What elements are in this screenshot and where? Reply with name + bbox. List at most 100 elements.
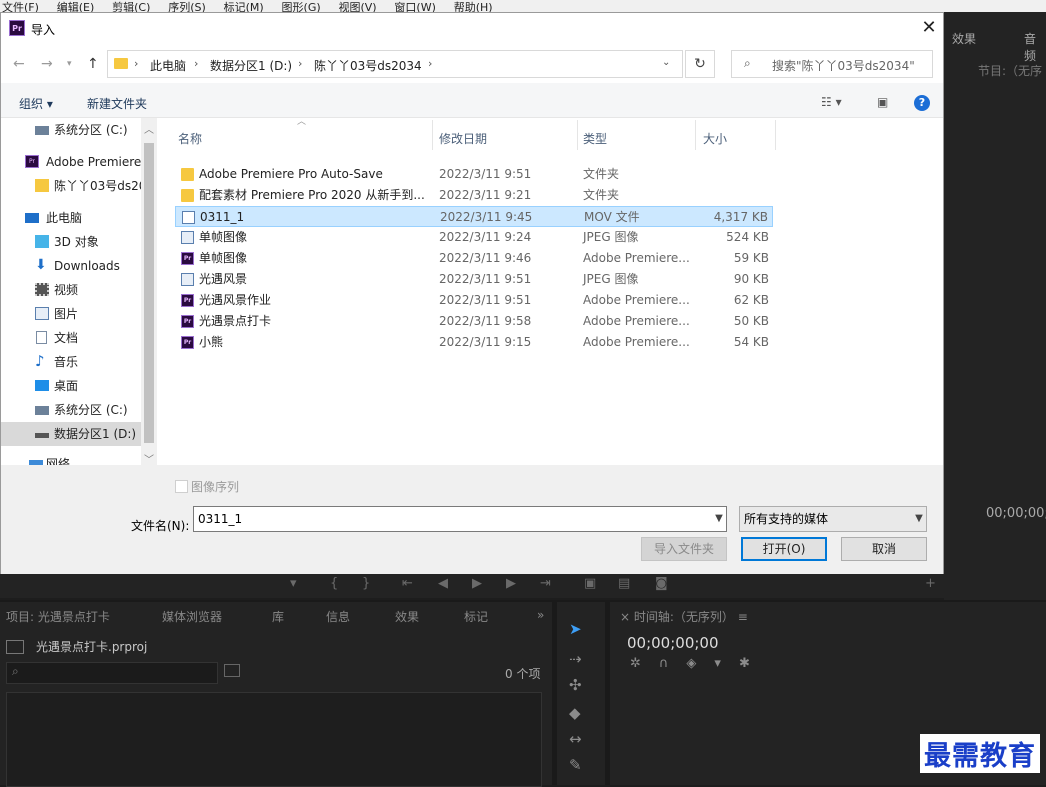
column-divider[interactable] — [577, 120, 578, 150]
column-header-size[interactable]: 大小 — [703, 130, 727, 147]
file-row[interactable]: 配套素材 Premiere Pro 2020 从新手到... 2022/3/11… — [175, 185, 773, 206]
nav-item-network[interactable]: 网络 — [1, 452, 141, 465]
search-field[interactable]: ⌕ 搜索"陈丫丫03号ds2034" — [731, 50, 933, 78]
breadcrumb-drive-d[interactable]: 数据分区1 (D:) — [210, 57, 292, 74]
slip-tool-icon[interactable]: ↔ — [569, 730, 582, 748]
step-forward-icon[interactable]: ▶ — [506, 576, 516, 591]
selection-tool-icon[interactable]: ➤ — [569, 620, 582, 638]
file-row[interactable]: Adobe Premiere Pro Auto-Save 2022/3/11 9… — [175, 164, 773, 185]
project-search-input[interactable] — [6, 662, 218, 684]
menu-help[interactable]: 帮助(H) — [454, 2, 493, 12]
column-divider[interactable] — [775, 120, 776, 150]
open-button[interactable]: 打开(O) — [741, 537, 827, 561]
column-divider[interactable] — [695, 120, 696, 150]
menu-view[interactable]: 视图(V) — [338, 2, 376, 12]
in-point-icon[interactable]: { — [330, 576, 338, 591]
tab-effects-bottom[interactable]: 效果 — [395, 608, 419, 625]
nav-pane-scroll-thumb[interactable] — [144, 143, 154, 443]
recent-locations-chevron-icon[interactable]: ▾ — [67, 59, 72, 69]
out-point-icon[interactable]: } — [362, 576, 370, 591]
filename-input[interactable]: 0311_1 — [193, 506, 727, 532]
nav-item-downloads[interactable]: ⬇ Downloads — [1, 254, 141, 278]
menu-window[interactable]: 窗口(W) — [394, 2, 435, 12]
view-options-icon[interactable]: ☷ ▾ — [821, 95, 842, 109]
pen-tool-icon[interactable]: ✎ — [569, 756, 582, 774]
refresh-icon[interactable]: ↻ — [685, 50, 715, 78]
tab-audio[interactable]: 音频 — [1024, 30, 1046, 64]
nav-item-this-pc[interactable]: 此电脑 — [1, 206, 141, 230]
camera-icon[interactable]: ◙ — [655, 576, 668, 591]
file-row[interactable]: Pr 单帧图像 2022/3/11 9:46 Adobe Premiere...… — [175, 248, 773, 269]
new-bin-icon[interactable] — [224, 664, 240, 677]
nav-item-adobe-premiere[interactable]: Pr Adobe Premiere — [1, 150, 141, 174]
tab-media-browser[interactable]: 媒体浏览器 — [162, 608, 222, 625]
nav-item-3d-objects[interactable]: 3D 对象 — [1, 230, 141, 254]
address-dropdown-chevron-icon[interactable]: ⌄ — [662, 57, 670, 68]
menu-graphics[interactable]: 图形(G) — [282, 2, 321, 12]
breadcrumb-this-pc[interactable]: 此电脑 — [150, 57, 186, 74]
tab-libraries[interactable]: 库 — [272, 608, 284, 625]
chevron-down-icon[interactable]: ▼ — [911, 506, 927, 532]
chevron-down-icon[interactable]: ▼ — [711, 506, 727, 532]
column-divider[interactable] — [432, 120, 433, 150]
tab-effects[interactable]: 效果 — [952, 30, 976, 47]
file-row[interactable]: Pr 光遇景点打卡 2022/3/11 9:58 Adobe Premiere.… — [175, 311, 773, 332]
nav-item-c-drive[interactable]: 系统分区 (C:) — [1, 398, 141, 422]
cancel-button[interactable]: 取消 — [841, 537, 927, 561]
column-header-type[interactable]: 类型 — [583, 130, 607, 147]
close-icon[interactable]: ✕ — [917, 17, 941, 41]
menu-file[interactable]: 文件(F) — [2, 2, 39, 12]
address-bar[interactable]: › 此电脑 › 数据分区1 (D:) › 陈丫丫03号ds2034 › ⌄ — [107, 50, 683, 78]
nav-item-c-drive-top[interactable]: 系统分区 (C:) — [1, 118, 141, 142]
menu-sequence[interactable]: 序列(S) — [168, 2, 206, 12]
nav-item-documents[interactable]: 文档 — [1, 326, 141, 350]
nav-item-desktop[interactable]: 桌面 — [1, 374, 141, 398]
file-row[interactable]: Pr 小熊 2022/3/11 9:15 Adobe Premiere... 5… — [175, 332, 773, 353]
razor-tool-icon[interactable]: ◆ — [569, 704, 581, 722]
image-sequence-checkbox[interactable] — [175, 480, 188, 493]
nav-item-videos[interactable]: 视频 — [1, 278, 141, 302]
menu-marker[interactable]: 标记(M) — [224, 2, 264, 12]
column-header-date[interactable]: 修改日期 — [439, 130, 487, 147]
snap-icon[interactable]: ∩ — [659, 656, 687, 671]
tab-info[interactable]: 信息 — [326, 608, 350, 625]
column-header-name[interactable]: 名称 — [178, 130, 202, 147]
file-row[interactable]: 光遇风景 2022/3/11 9:51 JPEG 图像 90 KB — [175, 269, 773, 290]
nav-item-music[interactable]: ♪ 音乐 — [1, 350, 141, 374]
panel-overflow-icon[interactable]: » — [537, 608, 544, 622]
help-icon[interactable]: ? — [914, 95, 930, 111]
file-row[interactable]: Pr 光遇风景作业 2022/3/11 9:51 Adobe Premiere.… — [175, 290, 773, 311]
play-icon[interactable]: ▶ — [472, 576, 482, 591]
linked-selection-icon[interactable]: ◈ — [686, 656, 714, 671]
file-row[interactable]: 单帧图像 2022/3/11 9:24 JPEG 图像 524 KB — [175, 227, 773, 248]
preview-pane-icon[interactable]: ▣ — [877, 95, 888, 109]
nav-item-d-drive[interactable]: 数据分区1 (D:) — [1, 422, 141, 446]
new-folder-button[interactable]: 新建文件夹 — [87, 95, 147, 112]
add-marker-icon[interactable]: ▾ — [714, 656, 739, 671]
marker-icon[interactable]: ▾ — [290, 576, 297, 591]
menu-clip[interactable]: 剪辑(C) — [112, 2, 150, 12]
back-arrow-icon[interactable]: ← — [13, 56, 25, 72]
nav-item-pictures[interactable]: 图片 — [1, 302, 141, 326]
timeline-menu-icon[interactable]: ≡ — [738, 610, 748, 624]
track-select-tool-icon[interactable]: ⇢ — [569, 650, 582, 668]
menu-edit[interactable]: 编辑(E) — [57, 2, 95, 12]
file-type-select[interactable]: 所有支持的媒体 — [739, 506, 927, 532]
add-button-icon[interactable]: + — [925, 576, 936, 591]
timeline-close-icon[interactable]: × — [620, 610, 630, 624]
nav-item-current-folder[interactable]: 陈丫丫03号ds20 — [1, 174, 146, 198]
forward-arrow-icon[interactable]: → — [41, 56, 53, 72]
file-row-selected[interactable]: 0311_1 2022/3/11 9:45 MOV 文件 4,317 KB — [175, 206, 773, 227]
ripple-edit-tool-icon[interactable]: ✣ — [569, 676, 582, 694]
import-folder-button[interactable]: 导入文件夹 — [641, 537, 727, 561]
extract-icon[interactable]: ▤ — [618, 576, 630, 591]
breadcrumb-current-folder[interactable]: 陈丫丫03号ds2034 — [314, 57, 422, 74]
scroll-up-chevron-icon[interactable]: ︿ — [144, 121, 154, 136]
tab-project[interactable]: 项目: 光遇景点打卡 — [6, 608, 110, 625]
go-to-out-icon[interactable]: ⇥ — [540, 576, 551, 591]
tab-markers[interactable]: 标记 — [464, 608, 488, 625]
go-to-in-icon[interactable]: ⇤ — [402, 576, 413, 591]
up-arrow-icon[interactable]: ↑ — [87, 56, 99, 72]
settings-wrench-icon[interactable]: ✱ — [739, 656, 768, 671]
scroll-down-chevron-icon[interactable]: ﹀ — [144, 451, 154, 466]
